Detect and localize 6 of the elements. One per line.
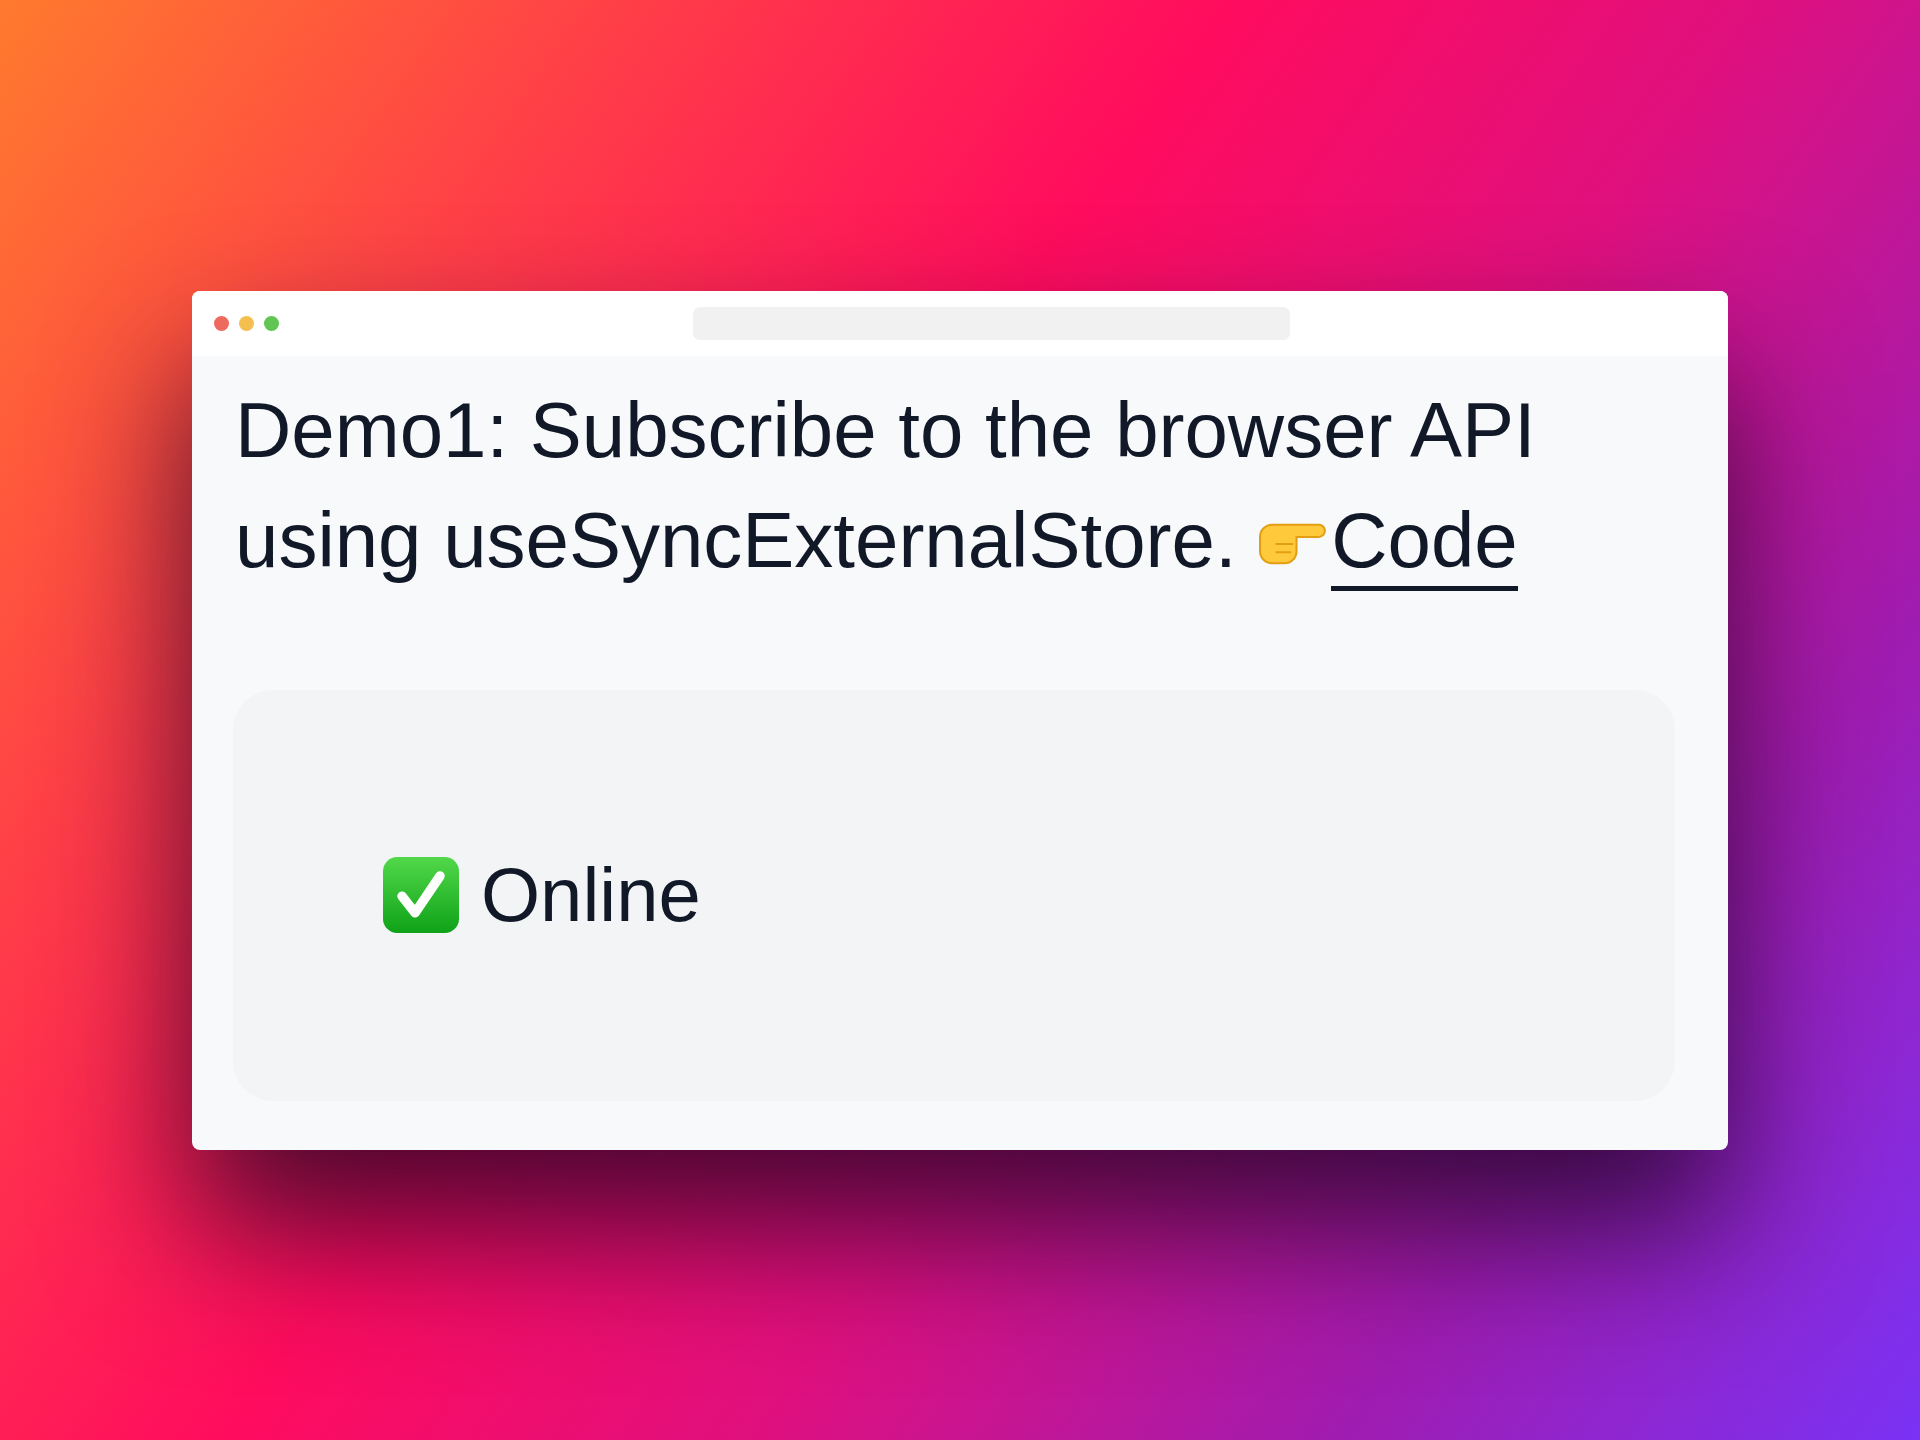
zoom-dot-icon[interactable]	[264, 315, 279, 331]
code-link[interactable]: Code	[1331, 500, 1518, 591]
close-dot-icon[interactable]	[214, 315, 229, 331]
status-text: Online	[481, 851, 701, 940]
minimize-dot-icon[interactable]	[239, 315, 254, 331]
demo-heading: Demo1: Subscribe to the browser API using useSyncExternalStore. Code	[235, 374, 1655, 595]
